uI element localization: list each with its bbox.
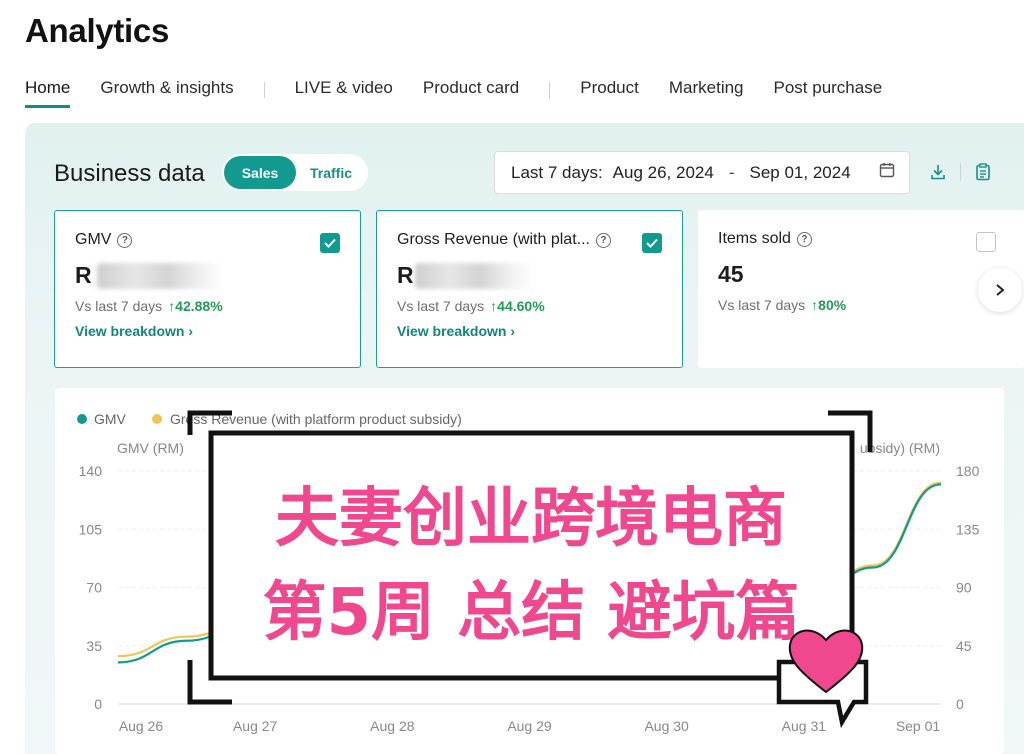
left-axis-tick-label: 105	[79, 521, 103, 537]
x-axis-tick-label: Aug 31	[782, 718, 827, 734]
right-axis-tick-label: 45	[956, 638, 972, 654]
x-axis-tick-label: Aug 27	[233, 718, 278, 734]
legend-gmv-dot	[77, 414, 87, 424]
x-axis-tick-label: Sep 01	[896, 718, 941, 734]
x-axis-tick-label: Aug 28	[370, 718, 415, 734]
left-axis-tick-label: 70	[86, 580, 102, 596]
left-axis-title: GMV (RM)	[117, 440, 184, 456]
left-axis-tick-label: 0	[94, 696, 102, 712]
left-axis-tick-label: 35	[86, 638, 102, 654]
x-axis-tick-label: Aug 29	[507, 718, 552, 734]
overlay-line-1: 夫妻创业跨境电商	[275, 482, 787, 556]
right-axis-tick-label: 0	[956, 696, 964, 712]
legend-revenue-dot	[152, 414, 162, 424]
trend-chart: GMV Gross Revenue (with platform product…	[77, 410, 980, 734]
right-axis-tick-label: 180	[956, 463, 980, 479]
overlay-line-2: 第5周 总结 避坑篇	[262, 576, 799, 650]
right-axis-tick-label: 135	[956, 521, 980, 537]
x-axis-tick-label: Aug 30	[644, 718, 689, 734]
left-axis-tick-label: 140	[79, 463, 103, 479]
heart-speech-bubble-icon	[776, 629, 869, 729]
legend-gmv-label: GMV	[94, 411, 127, 427]
x-axis-tick-label: Aug 26	[119, 718, 164, 734]
right-axis-tick-label: 90	[956, 580, 972, 596]
